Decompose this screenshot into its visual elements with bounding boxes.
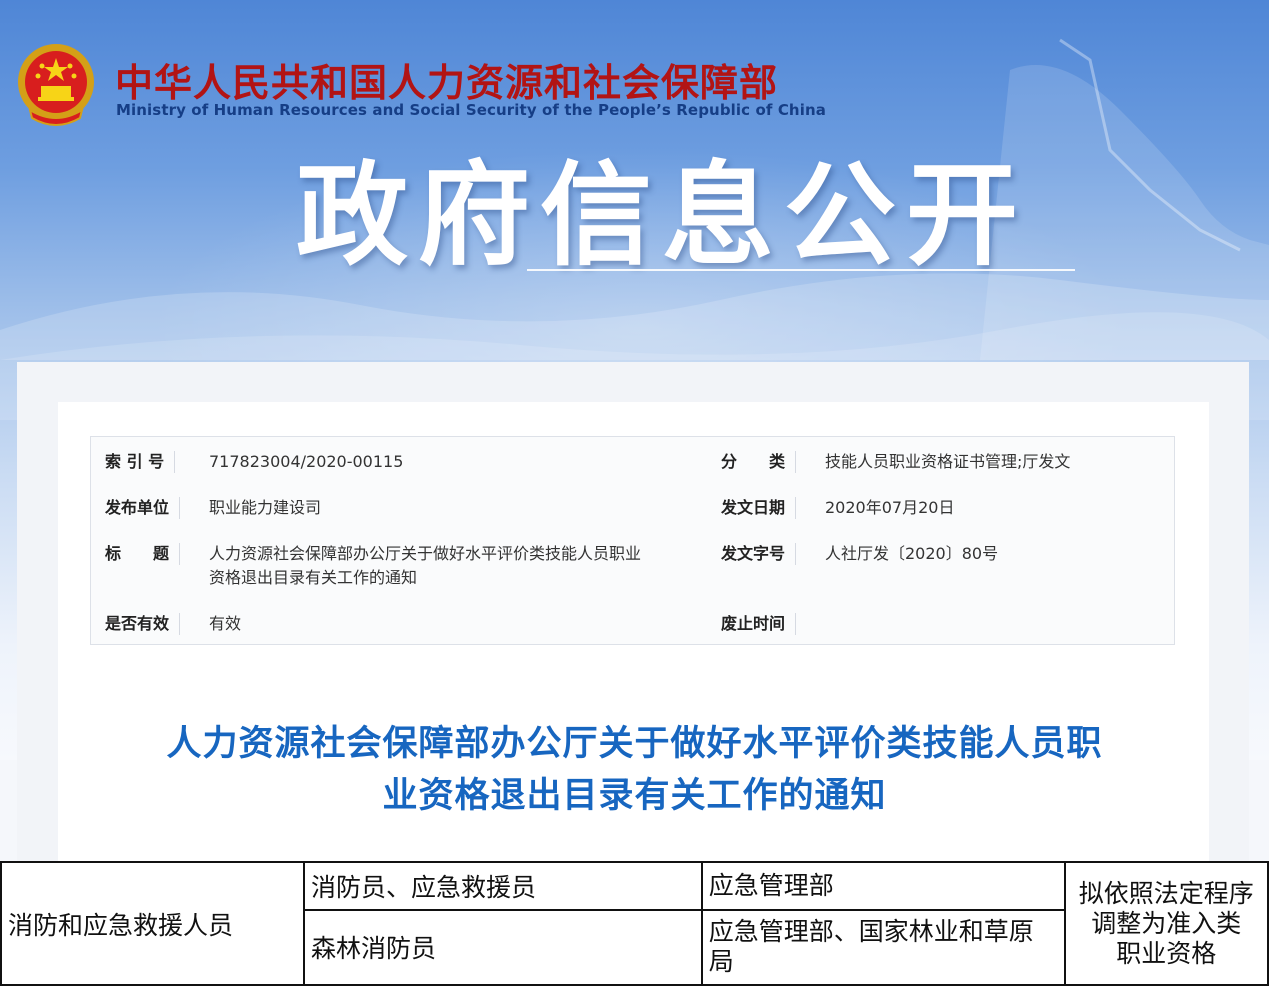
valid-label: 是否有效 [105, 613, 181, 635]
occupation-cell: 森林消防员 [303, 908, 703, 986]
note-line1: 拟依照法定程序 [1078, 878, 1254, 908]
publisher-value: 职业能力建设司 [209, 498, 322, 517]
article-title-line1: 人力资源社会保障部办公厅关于做好水平评价类技能人员职 [166, 724, 1103, 764]
occupation-table: 消防和应急救援人员 消防员、应急救援员 应急管理部 拟依照法定程序 调整为准入类… [0, 861, 1269, 986]
category-value: 技能人员职业资格证书管理;厅发文 [825, 452, 1071, 471]
date-value: 2020年07月20日 [825, 498, 955, 517]
title-value-line2: 资格退出目录有关工作的通知 [209, 568, 418, 587]
national-emblem-icon [18, 44, 94, 126]
note-line2: 调整为准入类 [1091, 908, 1242, 938]
department-cell: 应急管理部、国家林业和草原 局 [700, 908, 1066, 986]
valid-value: 有效 [209, 614, 242, 633]
date-label: 发文日期 [721, 497, 797, 519]
article-title-line2: 业资格退出目录有关工作的通知 [382, 776, 887, 816]
banner-title: 政府信息公开 [296, 151, 1028, 281]
docno-value: 人社厅发〔2020〕80号 [825, 544, 999, 563]
publisher-label: 发布单位 [105, 497, 181, 519]
banner-divider [527, 269, 1075, 271]
note-line3: 职业资格 [1116, 938, 1217, 968]
category-label: 分 类 [721, 451, 797, 473]
org-name-en: Ministry of Human Resources and Social S… [116, 101, 826, 119]
expire-label: 废止时间 [721, 613, 797, 635]
index-value: 717823004/2020-00115 [209, 452, 404, 471]
title-value-line1: 人力资源社会保障部办公厅关于做好水平评价类技能人员职业 [209, 544, 642, 563]
occupation-cell: 消防员、应急救援员 [303, 861, 703, 911]
department-cell: 应急管理部 [700, 861, 1066, 911]
index-label: 索 引 号 [105, 451, 176, 473]
metadata-table: 索 引 号 717823004/2020-00115 分 类 技能人员职业资格证… [90, 436, 1175, 645]
org-name-cn: 中华人民共和国人力资源和社会保障部 [115, 61, 779, 105]
department-line1: 应急管理部、国家林业和草原 [708, 917, 1034, 947]
title-label: 标 题 [105, 543, 181, 565]
docno-label: 发文字号 [721, 543, 797, 565]
table-row: 消防和应急救援人员 消防员、应急救援员 应急管理部 拟依照法定程序 调整为准入类… [0, 861, 1269, 986]
note-cell: 拟依照法定程序 调整为准入类 职业资格 [1063, 861, 1269, 986]
category-cell: 消防和应急救援人员 [0, 861, 305, 986]
department-line2: 局 [708, 947, 734, 977]
article-title: 人力资源社会保障部办公厅关于做好水平评价类技能人员职 业资格退出目录有关工作的通… [60, 718, 1209, 822]
